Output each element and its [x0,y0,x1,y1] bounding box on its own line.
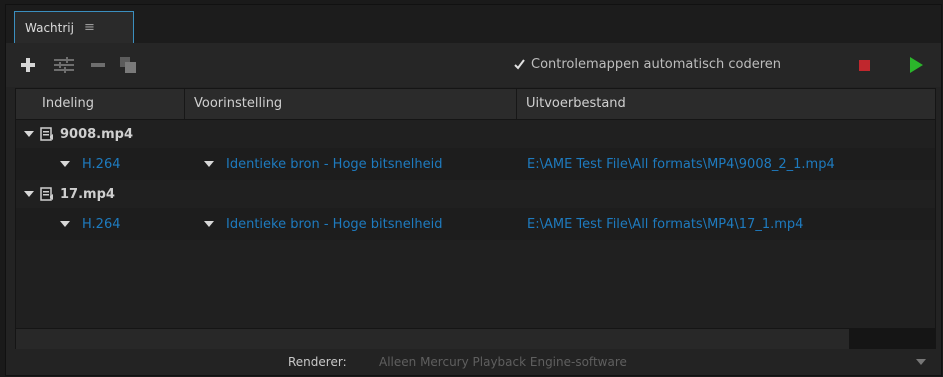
video-file-icon [40,127,53,141]
sliders-icon [54,57,74,73]
auto-encode-label: Controlemappen automatisch coderen [531,57,782,72]
start-queue-button[interactable] [910,57,923,73]
tab-queue[interactable]: Wachtrij ≡ [14,11,134,43]
format-dropdown-icon[interactable] [60,161,70,167]
preset-value[interactable]: Identieke bron - Hoge bitsnelheid [226,217,442,232]
add-source-button[interactable] [18,55,38,75]
format-cell[interactable]: H.264 [60,208,121,240]
panel-menu-icon[interactable]: ≡ [84,20,95,35]
queue-panel: Wachtrij ≡ Controlemappen automatisch co… [5,4,942,376]
preset-value[interactable]: Identieke bron - Hoge bitsnelheid [226,157,442,172]
column-header-format[interactable]: Indeling [34,89,184,119]
preset-cell[interactable]: Identieke bron - Hoge bitsnelheid [204,148,442,180]
queue-table: Indeling Voorinstelling Uitvoerbestand 9… [15,88,936,330]
renderer-label: Renderer: [288,355,347,369]
checkmark-icon [514,59,525,70]
source-filename: 9008.mp4 [60,126,134,142]
auto-encode-watch-folders[interactable]: Controlemappen automatisch coderen [514,57,781,72]
tab-queue-label: Wachtrij [25,20,74,35]
scrollbar-track[interactable] [849,329,935,349]
duplicate-icon [120,57,136,73]
column-divider[interactable] [516,89,517,119]
renderer-select[interactable]: Alleen Mercury Playback Engine-software [379,351,934,373]
output-file-path[interactable]: E:\AME Test File\All formats\MP4\17_1.mp… [527,217,803,232]
tab-bar: Wachtrij ≡ [6,5,941,44]
plus-icon [21,58,35,72]
source-row[interactable]: 17.mp4 [16,180,935,208]
renderer-bar: Renderer: Alleen Mercury Playback Engine… [6,349,941,375]
horizontal-scrollbar[interactable] [15,328,936,350]
column-header-output[interactable]: Uitvoerbestand [518,89,928,119]
format-dropdown-icon[interactable] [60,221,70,227]
chevron-down-icon[interactable] [916,359,926,365]
preset-dropdown-icon[interactable] [204,221,214,227]
format-value[interactable]: H.264 [82,157,121,172]
expand-triangle-icon[interactable] [24,191,34,197]
output-row[interactable]: H.264 Identieke bron - Hoge bitsnelheid … [16,148,935,180]
table-header: Indeling Voorinstelling Uitvoerbestand [16,89,935,120]
video-file-icon [40,187,53,201]
output-row[interactable]: H.264 Identieke bron - Hoge bitsnelheid … [16,208,935,240]
column-divider[interactable] [184,89,185,119]
duplicate-button[interactable] [118,55,138,75]
renderer-value: Alleen Mercury Playback Engine-software [379,355,627,369]
format-value[interactable]: H.264 [82,217,121,232]
remove-button[interactable] [88,55,108,75]
output-file-cell[interactable]: E:\AME Test File\All formats\MP4\9008_2_… [527,148,835,180]
expand-triangle-icon[interactable] [24,131,34,137]
output-file-cell[interactable]: E:\AME Test File\All formats\MP4\17_1.mp… [527,208,803,240]
export-settings-button[interactable] [52,55,76,75]
column-header-preset[interactable]: Voorinstelling [186,89,516,119]
format-cell[interactable]: H.264 [60,148,121,180]
source-filename: 17.mp4 [60,186,115,202]
output-file-path[interactable]: E:\AME Test File\All formats\MP4\9008_2_… [527,157,835,172]
preset-cell[interactable]: Identieke bron - Hoge bitsnelheid [204,208,442,240]
preset-dropdown-icon[interactable] [204,161,214,167]
queue-toolbar: Controlemappen automatisch coderen [6,43,941,87]
stop-queue-button[interactable] [859,60,870,71]
source-row[interactable]: 9008.mp4 [16,120,935,148]
minus-icon [91,63,105,67]
